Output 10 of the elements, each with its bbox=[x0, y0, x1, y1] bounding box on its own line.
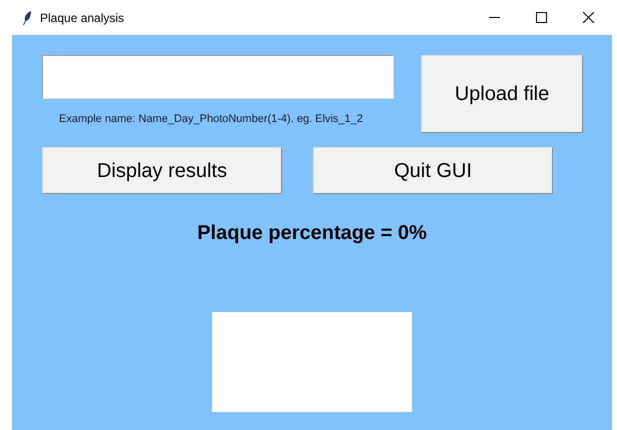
upload-file-button[interactable]: Upload file bbox=[421, 55, 583, 133]
quit-button[interactable]: Quit GUI bbox=[313, 147, 553, 194]
window-title: Plaque analysis bbox=[40, 10, 124, 26]
maximize-icon[interactable] bbox=[536, 12, 547, 23]
hint-text: Example name: Name_Day_PhotoNumber(1-4). eg. Elvis_1_2 bbox=[58, 112, 364, 127]
close-icon[interactable] bbox=[583, 12, 594, 23]
file-name-field[interactable] bbox=[42, 55, 394, 99]
result-label: Plaque percentage = 0% bbox=[197, 221, 427, 246]
feather-icon bbox=[22, 10, 32, 24]
display-results-button[interactable]: Display results bbox=[42, 147, 282, 194]
